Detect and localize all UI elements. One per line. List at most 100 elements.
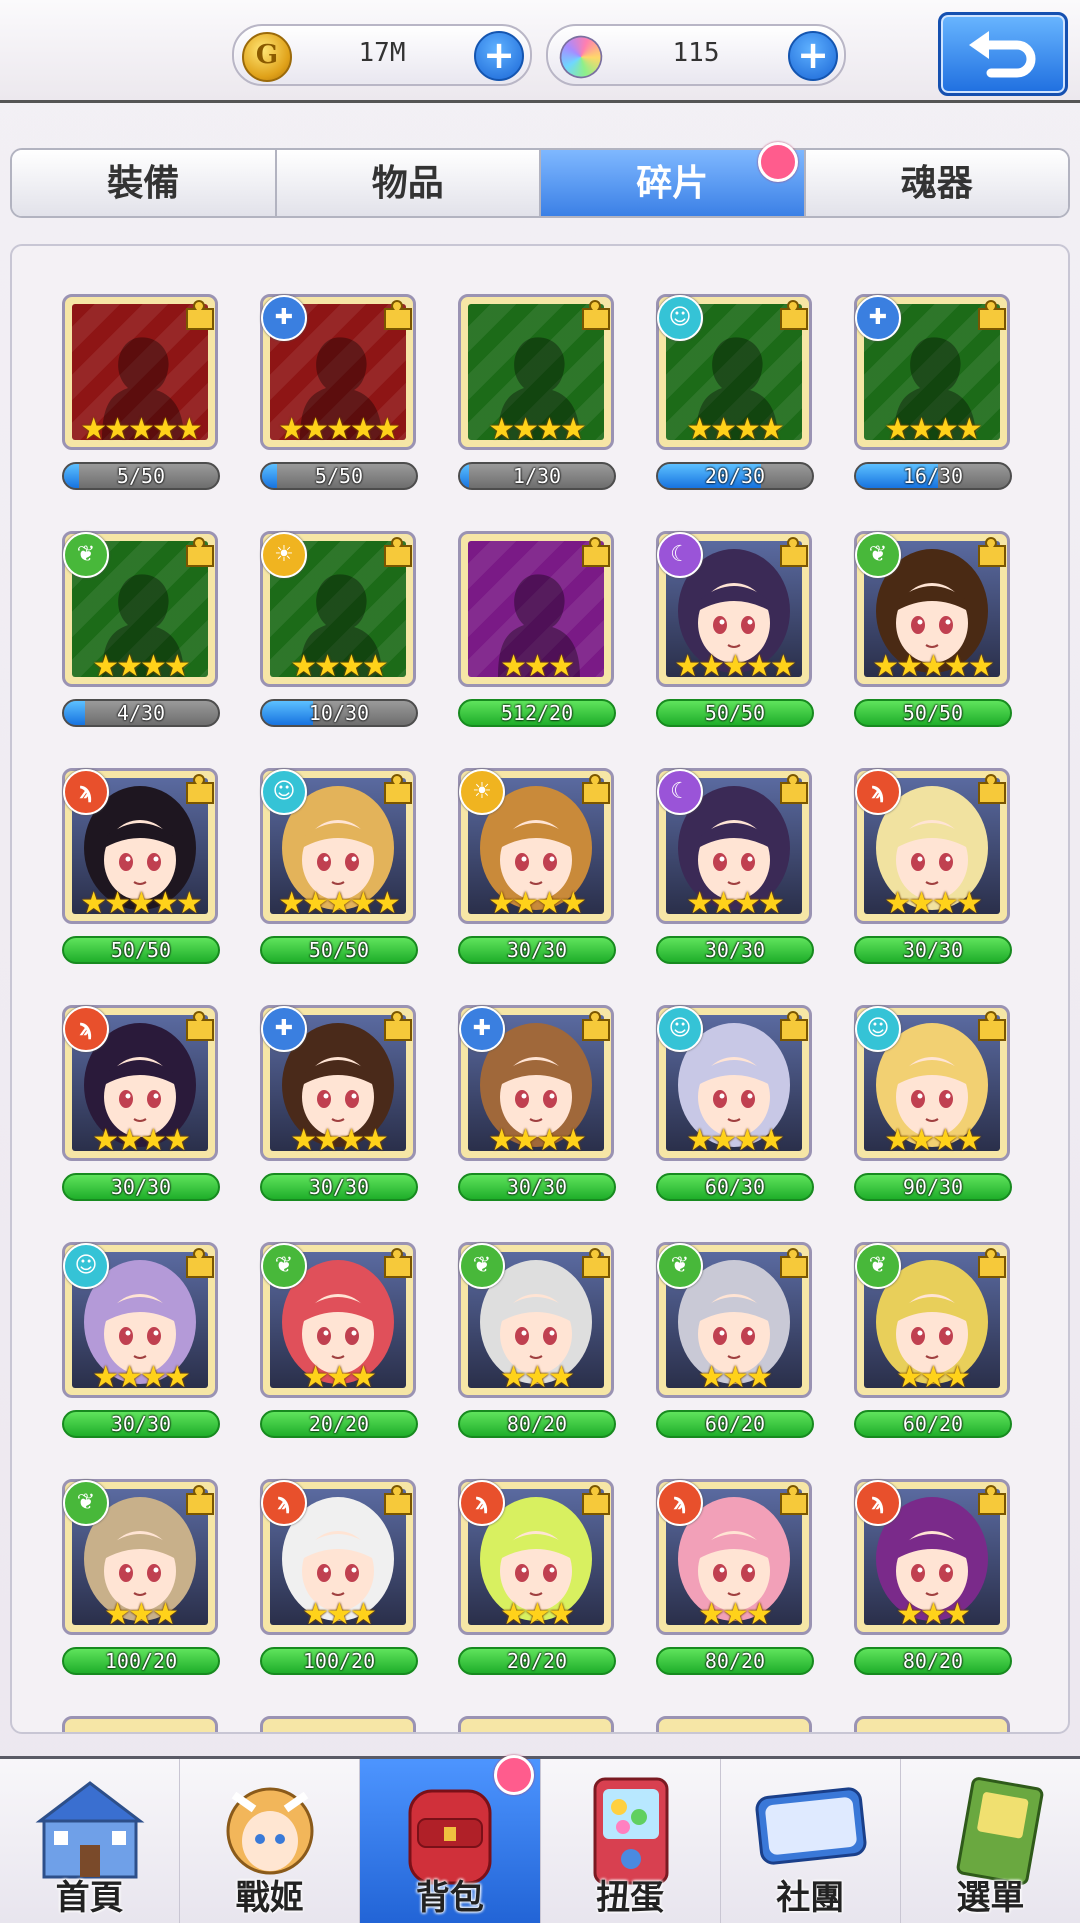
progress-text: 1/30 — [512, 464, 562, 488]
progress-text: 80/20 — [704, 1649, 766, 1673]
nav-heroines-label: 戰姬 — [235, 1878, 304, 1918]
star-rating: ★★★★ — [884, 412, 983, 447]
dark-element-icon: ☾ — [657, 532, 703, 578]
fragment-progress-bar: 30/30 — [62, 1173, 220, 1201]
fragment-card — [260, 1716, 416, 1732]
progress-text: 90/30 — [902, 1175, 964, 1199]
fire-element-icon: ϡ — [459, 1480, 505, 1526]
fragment-progress-bar: 30/30 — [260, 1173, 418, 1201]
bottom-nav: 首頁 戰姬 背包 扭蛋 社團 選單 — [0, 1755, 1080, 1923]
progress-text: 20/20 — [308, 1412, 370, 1436]
nature-element-icon: ❦ — [657, 1243, 703, 1289]
back-button[interactable] — [938, 12, 1068, 96]
fragment-card: ϡ ★★★★★ — [62, 768, 218, 924]
fragment-progress-bar: 30/30 — [62, 1410, 220, 1438]
progress-text: 60/30 — [704, 1175, 766, 1199]
star-rating: ★★★ — [698, 1597, 773, 1632]
star-rating: ★★★★ — [686, 886, 785, 921]
star-rating: ★★★ — [500, 649, 575, 684]
fire-element-icon: ϡ — [657, 1480, 703, 1526]
star-rating: ★★★ — [104, 1597, 179, 1632]
fragment-card: ★★★★★ — [62, 294, 218, 450]
fragment-portrait — [270, 1726, 406, 1732]
fragment-card: ☀ ★★★★ — [458, 768, 614, 924]
coin-icon: G — [242, 32, 292, 82]
puzzle-piece-icon — [582, 1248, 610, 1278]
progress-text: 80/20 — [506, 1412, 568, 1436]
nav-menu[interactable]: 選單 — [901, 1759, 1080, 1923]
star-rating: ★★★★★ — [80, 412, 202, 447]
return-arrow-icon — [969, 31, 1036, 78]
progress-text: 30/30 — [110, 1175, 172, 1199]
tab-items[interactable]: 物品 — [276, 150, 541, 216]
star-rating: ★★★★ — [884, 886, 983, 921]
fragment-progress-bar: 80/20 — [656, 1647, 814, 1675]
puzzle-piece-icon — [978, 537, 1006, 567]
fragment-progress-bar: 20/30 — [656, 462, 814, 490]
progress-text: 16/30 — [902, 464, 964, 488]
water-element-icon: ☺ — [63, 1243, 109, 1289]
puzzle-piece-icon — [780, 1011, 808, 1041]
fragment-card: ☺ ★★★★★ — [260, 768, 416, 924]
fragment-card: ☾ ★★★★ — [656, 768, 812, 924]
gem-value: 115 — [672, 38, 720, 68]
nav-heroines[interactable]: 戰姬 — [180, 1759, 361, 1923]
progress-text: 100/20 — [302, 1649, 376, 1673]
tab-fragments[interactable]: 碎片 — [541, 142, 806, 216]
progress-text: 30/30 — [704, 938, 766, 962]
star-rating: ★★★★ — [92, 1360, 191, 1395]
progress-text: 30/30 — [506, 938, 568, 962]
dark-element-icon: ☾ — [657, 769, 703, 815]
star-rating: ★★★★ — [92, 649, 191, 684]
fragment-progress-bar: 4/30 — [62, 699, 220, 727]
progress-text: 5/50 — [314, 464, 364, 488]
fragment-progress-bar: 50/50 — [854, 699, 1012, 727]
nature-element-icon: ❦ — [261, 1243, 307, 1289]
fragment-card: ❦ ★★★ — [854, 1242, 1010, 1398]
progress-text: 30/30 — [506, 1175, 568, 1199]
tab-soul-weapons[interactable]: 魂器 — [805, 150, 1068, 216]
fragment-progress-bar: 30/30 — [854, 936, 1012, 964]
nature-element-icon: ❦ — [63, 1480, 109, 1526]
nav-club[interactable]: 社團 — [721, 1759, 901, 1923]
fragment-card: ★★★ — [458, 531, 614, 687]
fragment-card: ✚ ★★★★ — [458, 1005, 614, 1161]
fragment-progress-bar: 50/50 — [62, 936, 220, 964]
add-gems-button[interactable]: + — [788, 31, 838, 81]
tab-fragments-label: 碎片 — [636, 162, 709, 204]
fragment-progress-bar: 30/30 — [458, 936, 616, 964]
inventory-tabs: 裝備 物品 碎片 魂器 — [10, 142, 1070, 218]
nav-gacha[interactable]: 扭蛋 — [541, 1759, 721, 1923]
puzzle-piece-icon — [780, 1485, 808, 1515]
shield-element-icon: ✚ — [261, 1006, 307, 1052]
nature-element-icon: ❦ — [63, 532, 109, 578]
fire-element-icon: ϡ — [63, 769, 109, 815]
puzzle-piece-icon — [978, 1011, 1006, 1041]
fragment-card — [62, 1716, 218, 1732]
fire-element-icon: ϡ — [63, 1006, 109, 1052]
nature-element-icon: ❦ — [459, 1243, 505, 1289]
star-rating: ★★★★★ — [278, 412, 400, 447]
nav-backpack[interactable]: 背包 — [360, 1755, 541, 1923]
fragment-card: ☾ ★★★★★ — [656, 531, 812, 687]
tab-equipment[interactable]: 裝備 — [12, 150, 277, 216]
fragment-panel: ★★★★★ 5/50 ✚ ★★★★★ 5/50 ★★★★ 1/30 ☺ ★★★★ 20/30 ✚ ★★… — [10, 244, 1070, 1734]
progress-text: 50/50 — [308, 938, 370, 962]
fragment-portrait — [72, 1726, 208, 1732]
fragment-card: ☺ ★★★★ — [854, 1005, 1010, 1161]
puzzle-piece-icon — [384, 537, 412, 567]
puzzle-piece-icon — [582, 300, 610, 330]
star-rating: ★★★ — [302, 1597, 377, 1632]
notification-dot — [757, 142, 798, 182]
fire-element-icon: ϡ — [855, 1480, 901, 1526]
add-gold-button[interactable]: + — [474, 31, 524, 81]
nav-home[interactable]: 首頁 — [0, 1759, 181, 1923]
water-element-icon: ☺ — [261, 769, 307, 815]
fragment-portrait — [468, 1726, 604, 1732]
fragment-card: ❦ ★★★ — [62, 1479, 218, 1635]
fragment-progress-bar: 50/50 — [656, 699, 814, 727]
star-rating: ★★★★ — [488, 412, 587, 447]
fragment-progress-bar: 30/30 — [656, 936, 814, 964]
fragment-card: ❦ ★★★★ — [62, 531, 218, 687]
fragment-progress-bar: 90/30 — [854, 1173, 1012, 1201]
